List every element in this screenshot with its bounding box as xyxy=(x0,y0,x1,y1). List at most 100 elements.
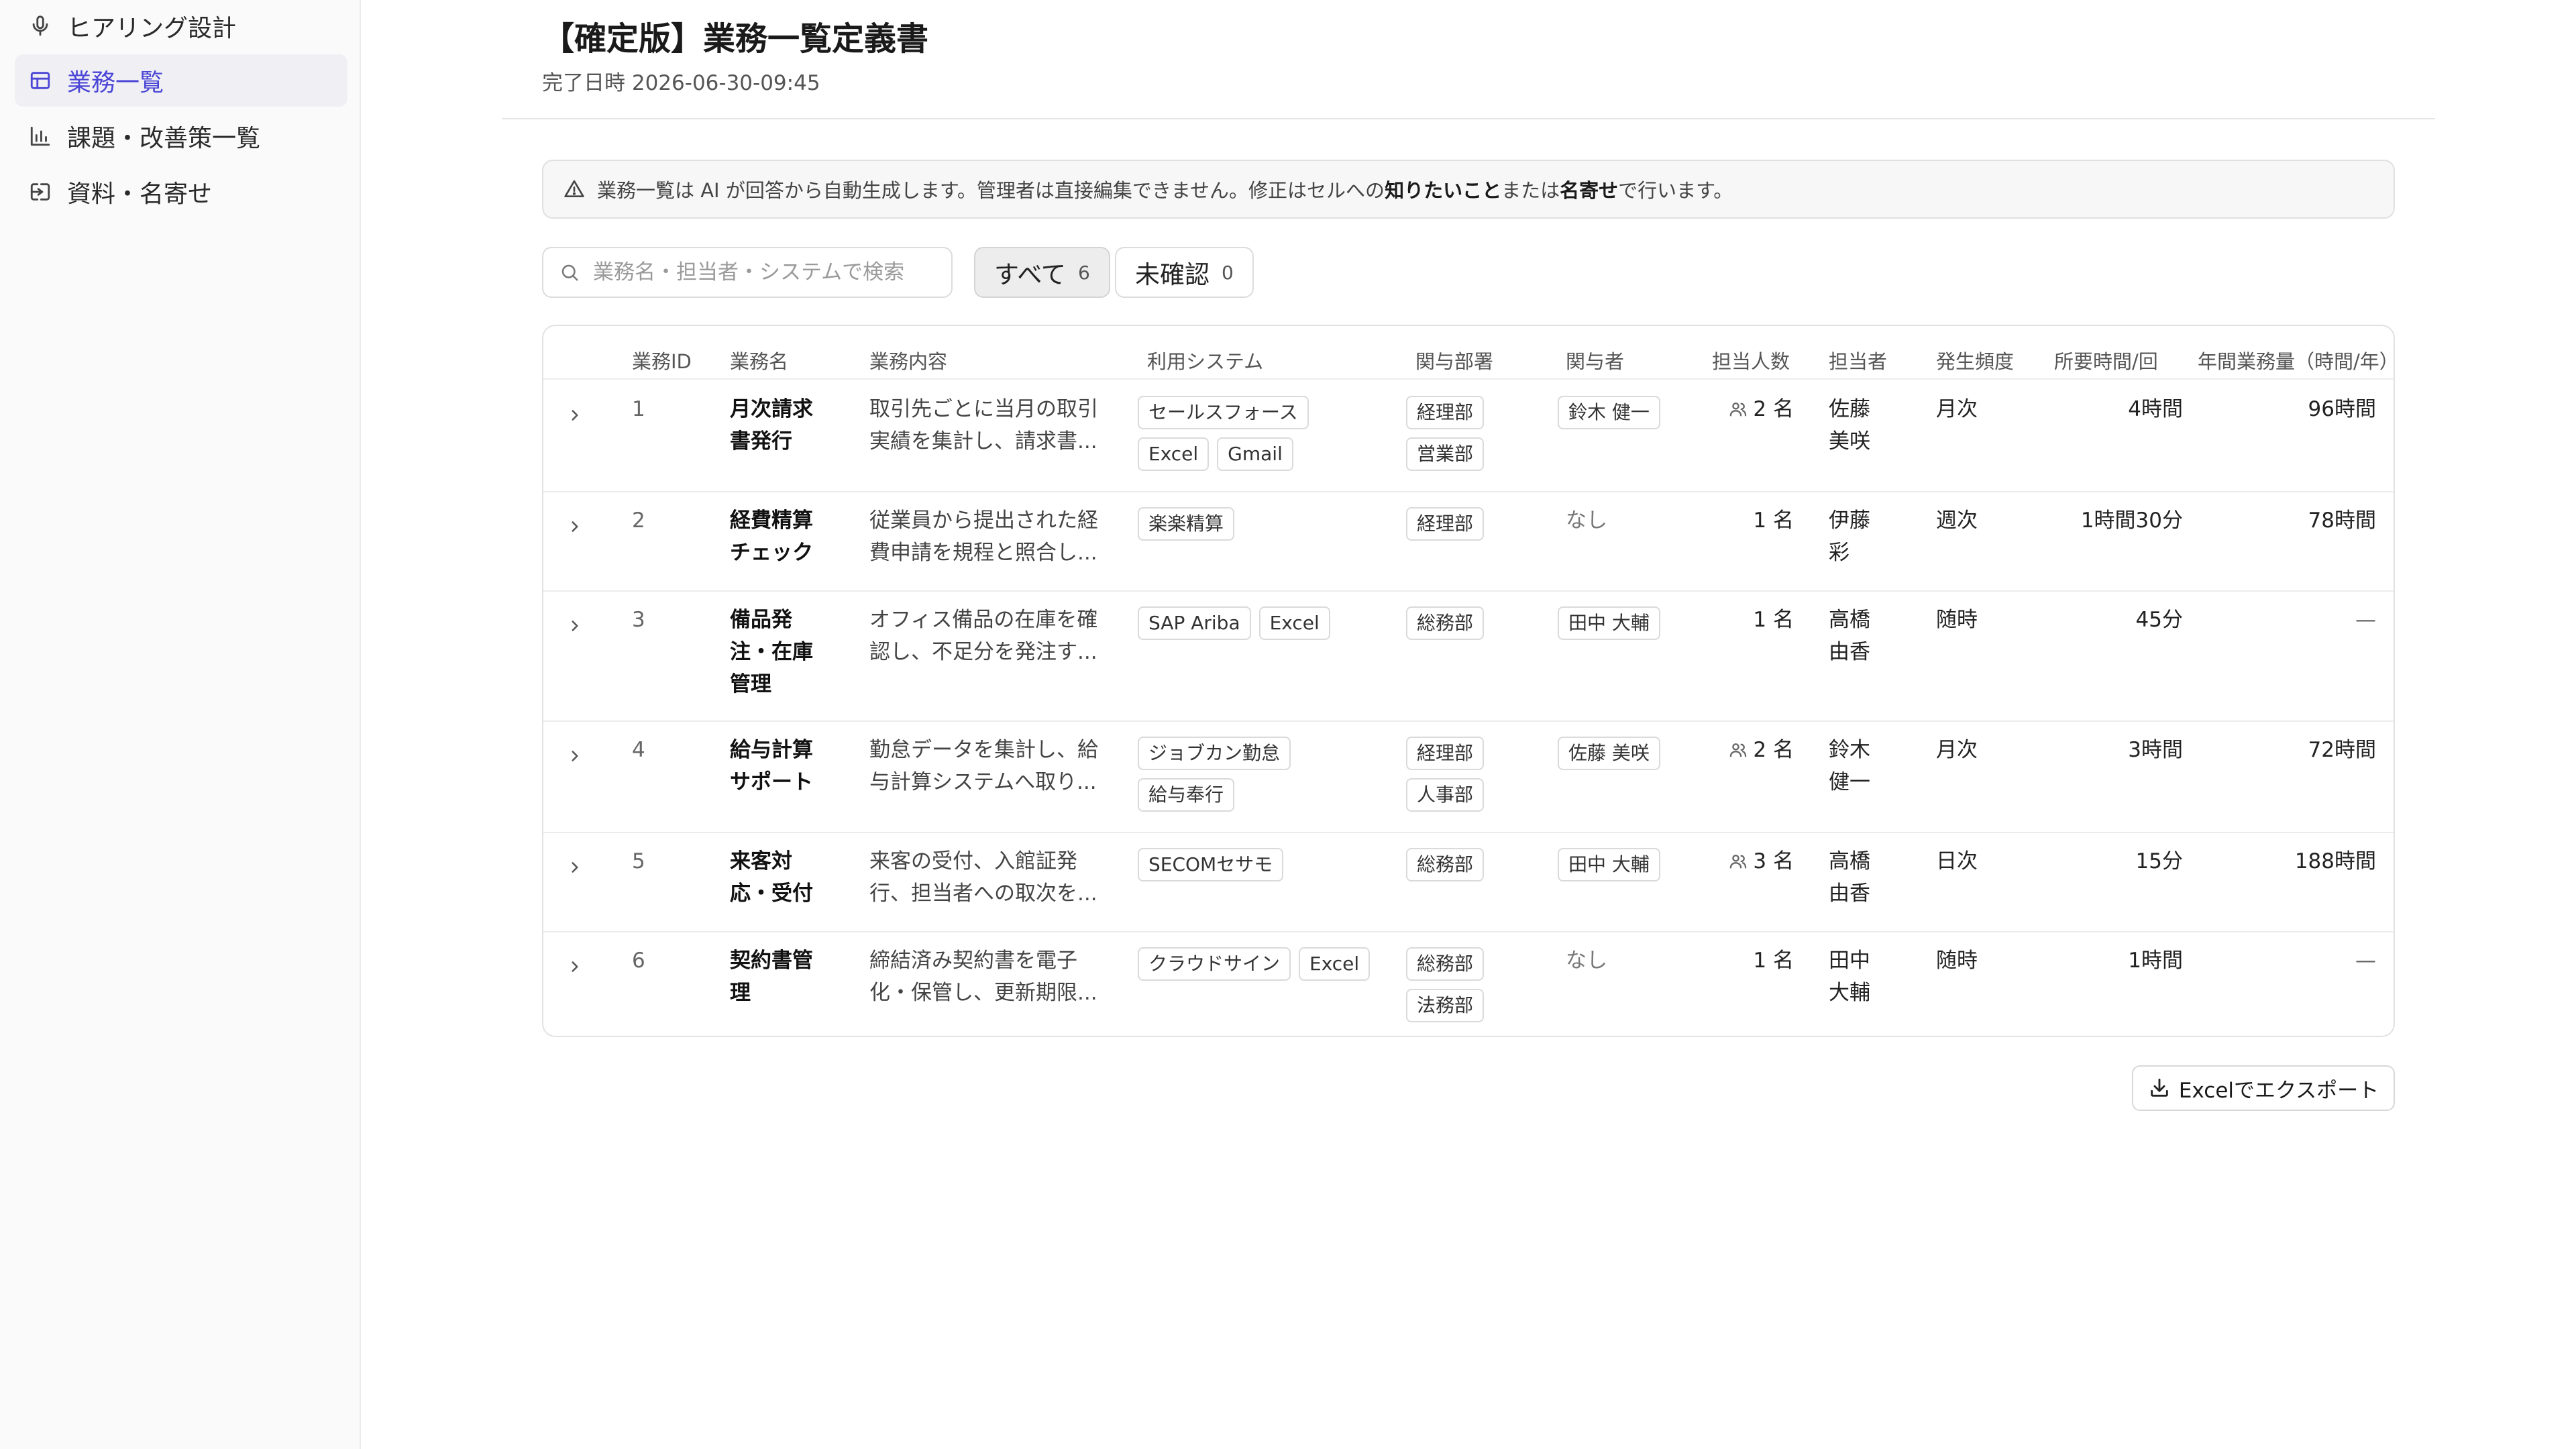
chevron-right-icon[interactable] xyxy=(566,407,584,424)
department-tag: 法務部 xyxy=(1406,989,1485,1022)
filter-all-button[interactable]: すべて 6 xyxy=(974,247,1110,298)
text-line: 健一 xyxy=(1829,770,1870,794)
cell-departments: 総務部 法務部 xyxy=(1406,947,1500,1022)
column-header-people[interactable]: 関与者 xyxy=(1566,346,1624,374)
cell-time: 45分 xyxy=(2135,608,2183,632)
chevron-right-icon[interactable] xyxy=(566,617,584,635)
cell-name: 経費精算 チェック xyxy=(730,504,830,569)
sidebar-item-label: 業務一覧 xyxy=(67,69,164,97)
text-line: 大輔 xyxy=(1829,981,1870,1005)
text-line: 来客対 xyxy=(730,849,792,873)
filter-unconfirmed-button[interactable]: 未確認 0 xyxy=(1115,247,1254,298)
text-line: 高橋 xyxy=(1829,849,1870,873)
headcount-value: 2 名 xyxy=(1753,738,1794,762)
people-icon xyxy=(1729,741,1748,759)
cell-frequency: 月次 xyxy=(1936,738,1978,762)
chevron-right-icon[interactable] xyxy=(566,958,584,975)
cell-people: 田中 大輔 xyxy=(1558,848,1692,881)
cell-people: なし xyxy=(1566,508,1607,533)
column-header-description[interactable]: 業務内容 xyxy=(869,346,947,374)
cell-owner: 田中 大輔 xyxy=(1829,945,1909,1009)
system-tag: Excel xyxy=(1138,437,1210,471)
text-line: 締結済み契約書を電子 xyxy=(869,949,1077,973)
text-line: 来客の受付、入館証発 xyxy=(869,849,1077,873)
person-tag: 田中 大輔 xyxy=(1558,606,1660,640)
cell-people: 鈴木 健一 xyxy=(1558,396,1692,429)
cell-id: 1 xyxy=(632,397,645,421)
filter-label: すべて xyxy=(994,260,1066,289)
text-line: 従業員から提出された経 xyxy=(869,508,1098,533)
text-line: 田中 xyxy=(1829,949,1870,973)
department-tag: 総務部 xyxy=(1406,947,1485,981)
download-icon xyxy=(2148,1077,2171,1099)
text-line: 認し、不足分を発注す... xyxy=(869,640,1097,664)
row-divider xyxy=(543,720,2394,722)
cell-headcount: 1 名 xyxy=(1684,604,1794,636)
completed-label: 完了日時 xyxy=(542,71,625,95)
cell-frequency: 随時 xyxy=(1936,949,1978,973)
headcount-value: 1 名 xyxy=(1753,608,1794,632)
search-input[interactable] xyxy=(592,260,916,285)
cell-annual: 78時間 xyxy=(2308,508,2376,533)
column-header-departments[interactable]: 関与部署 xyxy=(1415,346,1493,374)
text-line: 管理 xyxy=(730,672,771,696)
sidebar-item-materials[interactable]: 資料・名寄せ xyxy=(15,166,347,218)
department-tag: 経理部 xyxy=(1406,507,1485,541)
column-header-annual[interactable]: 年間業務量（時間/年） xyxy=(2198,346,2394,374)
text-line: 給与計算 xyxy=(730,738,813,762)
text-line: チェック xyxy=(730,541,813,565)
column-header-systems[interactable]: 利用システム xyxy=(1147,346,1263,374)
column-header-headcount[interactable]: 担当人数 xyxy=(1712,346,1790,374)
sidebar-item-hearing-design[interactable]: ヒアリング設計 xyxy=(15,0,347,52)
cell-people: 佐藤 美咲 xyxy=(1558,737,1692,770)
export-label: Excelでエクスポート xyxy=(2178,1078,2379,1103)
text-line: 高橋 xyxy=(1829,608,1870,632)
import-icon xyxy=(27,178,54,205)
cell-people: 田中 大輔 xyxy=(1558,606,1692,640)
column-header-id[interactable]: 業務ID xyxy=(632,346,692,374)
cell-id: 5 xyxy=(632,849,645,873)
column-header-frequency[interactable]: 発生頻度 xyxy=(1936,346,2014,374)
chevron-right-icon[interactable] xyxy=(566,747,584,765)
cell-departments: 経理部 xyxy=(1406,507,1500,541)
cell-departments: 経理部 人事部 xyxy=(1406,737,1500,812)
sidebar-item-issues[interactable]: 課題・改善策一覧 xyxy=(15,110,347,162)
cell-description: 取引先ごとに当月の取引 実績を集計し、請求書... xyxy=(869,393,1111,458)
text-line: 注・在庫 xyxy=(730,640,813,664)
system-tag: クラウドサイン xyxy=(1138,947,1291,981)
export-excel-button[interactable]: Excelでエクスポート xyxy=(2132,1065,2395,1111)
sidebar-item-business-list[interactable]: 業務一覧 xyxy=(15,54,347,107)
system-tag: Gmail xyxy=(1217,437,1293,471)
cell-name: 給与計算 サポート xyxy=(730,734,830,798)
cell-headcount: 3 名 xyxy=(1684,845,1794,877)
column-header-time[interactable]: 所要時間/回 xyxy=(2054,346,2158,374)
cell-annual: — xyxy=(2355,608,2376,632)
text-line: 美咲 xyxy=(1829,429,1870,453)
column-header-name[interactable]: 業務名 xyxy=(730,346,788,374)
chevron-right-icon[interactable] xyxy=(566,859,584,876)
cell-systems: セールスフォース Excel Gmail xyxy=(1138,396,1386,471)
cell-people: なし xyxy=(1566,949,1607,973)
cell-frequency: 月次 xyxy=(1936,397,1978,421)
cell-time: 15分 xyxy=(2135,849,2183,873)
text-line: 実績を集計し、請求書... xyxy=(869,429,1097,453)
text-line: 鈴木 xyxy=(1829,738,1870,762)
system-tag: ジョブカン勤怠 xyxy=(1138,737,1291,770)
cell-name: 月次請求 書発行 xyxy=(730,393,830,458)
cell-annual: — xyxy=(2355,949,2376,973)
completion-timestamp: 完了日時 2026-06-30-09:45 xyxy=(542,66,820,96)
text-line: 行、担当者への取次を... xyxy=(869,881,1097,906)
system-tag: 給与奉行 xyxy=(1138,778,1235,812)
chevron-right-icon[interactable] xyxy=(566,518,584,535)
cell-systems: SAP Ariba Excel xyxy=(1138,606,1386,640)
text-line: 佐藤 xyxy=(1829,397,1870,421)
system-tag: セールスフォース xyxy=(1138,396,1309,429)
column-header-owner[interactable]: 担当者 xyxy=(1829,346,1887,374)
bar-chart-icon xyxy=(27,123,54,150)
headcount-value: 1 名 xyxy=(1753,508,1794,533)
filter-count: 0 xyxy=(1222,261,1234,284)
system-tag: Excel xyxy=(1258,606,1330,640)
cell-departments: 総務部 xyxy=(1406,606,1500,640)
business-table: 業務ID 業務名 業務内容 利用システム 関与部署 関与者 担当人数 担当者 発… xyxy=(542,325,2395,1037)
filter-label: 未確認 xyxy=(1135,260,1210,289)
